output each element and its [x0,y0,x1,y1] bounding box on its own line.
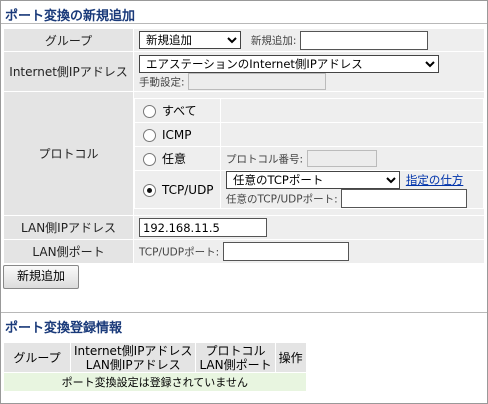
group-label: グループ [3,28,134,52]
new-group-label: 新規追加: [250,35,297,47]
manual-setting-label: 手動設定: [139,76,185,88]
new-group-input[interactable] [300,30,429,50]
protocol-option-any[interactable]: 任意 [134,146,221,171]
new-rule-form: グループ 新規追加 新規追加: Internet側IPアドレス エアステーション… [3,28,485,264]
radio-all[interactable] [143,105,156,118]
protocol-option-tcpudp[interactable]: TCP/UDP [134,170,221,209]
section-title-registered: ポート変換登録情報 [5,321,123,336]
col-group: グループ [3,342,71,373]
protocol-number-label: プロトコル番号: [226,153,304,166]
lan-port-label: LAN側ポート [3,239,134,264]
lan-port-sub-label: TCP/UDPポート: [139,246,220,259]
col-protocol: プロトコル LAN側ポート [195,342,276,373]
col-ip: Internet側IPアドレス LAN側IPアドレス [69,342,197,373]
internet-ip-select[interactable]: エアステーションのInternet側IPアドレス [139,54,439,73]
registered-list-table: グループ Internet側IPアドレス LAN側IPアドレス プロトコル LA… [3,342,307,392]
group-select[interactable]: 新規追加 [139,31,241,49]
tcp-udp-port-label: 任意のTCP/UDPポート: [226,193,338,206]
protocol-row: プロトコル すべて ICMP 任意 プロトコル番号: TCP/UDP 任意のTC… [3,91,485,216]
add-new-button[interactable]: 新規追加 [3,265,79,289]
manual-ip-input[interactable] [188,72,327,90]
protocol-label: プロトコル [3,91,134,216]
radio-icmp[interactable] [143,128,156,142]
divider [1,312,487,313]
section-title-new: ポート変換の新規追加 [5,9,136,24]
protocol-option-icmp[interactable]: ICMP [134,122,221,147]
lan-port-input[interactable] [222,242,349,261]
protocol-number-input[interactable] [306,150,377,167]
internet-ip-label: Internet側IPアドレス [3,51,134,92]
list-header-row: グループ Internet側IPアドレス LAN側IPアドレス プロトコル LA… [3,342,307,373]
lan-ip-row: LAN側IPアドレス [3,215,485,240]
col-action: 操作 [274,342,307,373]
radio-any[interactable] [143,153,156,166]
divider [1,23,487,24]
internet-ip-row: Internet側IPアドレス エアステーションのInternet側IPアドレス… [3,51,485,92]
lan-port-row: LAN側ポート TCP/UDPポート: [3,239,485,264]
lan-ip-label: LAN側IPアドレス [3,215,134,240]
group-row: グループ 新規追加 新規追加: [3,28,485,52]
page-frame: ポート変換の新規追加 グループ 新規追加 新規追加: Internet側IPアド… [0,0,488,404]
howto-link[interactable]: 指定の仕方 [406,173,464,187]
radio-tcpudp[interactable] [143,183,156,197]
tcp-udp-port-input[interactable] [341,189,468,208]
list-empty-row: ポート変換設定は登録されていません [3,372,307,392]
protocol-option-all[interactable]: すべて [134,98,221,123]
tcp-port-select[interactable]: 任意のTCPポート [226,171,400,189]
lan-ip-input[interactable] [139,218,267,237]
empty-message: ポート変換設定は登録されていません [3,372,307,392]
